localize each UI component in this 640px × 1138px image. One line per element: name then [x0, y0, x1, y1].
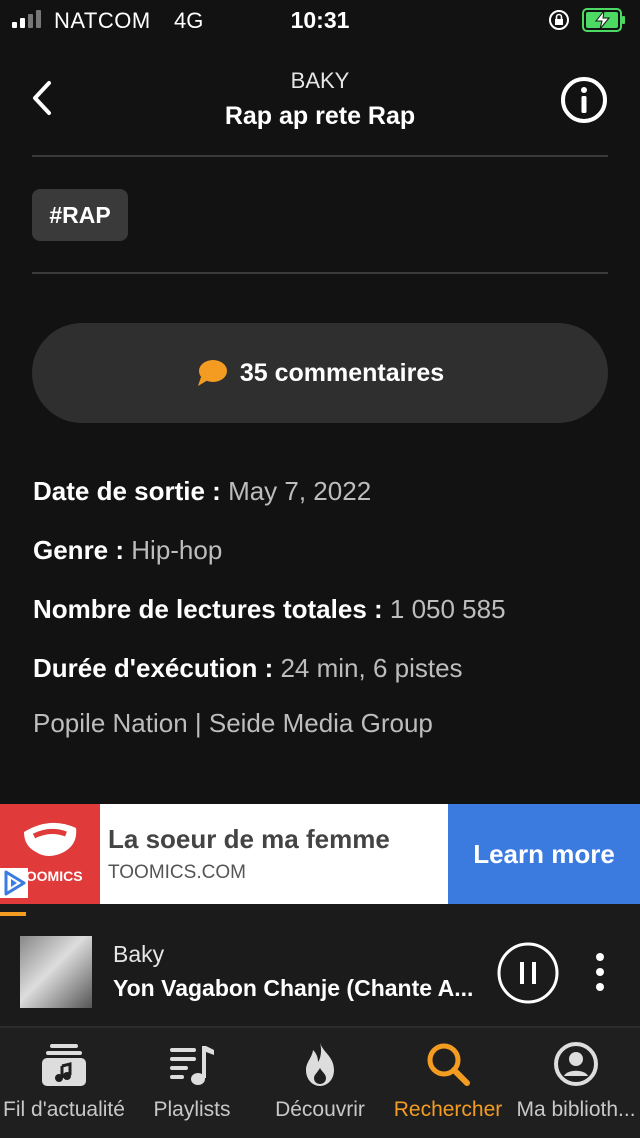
release-date-label: Date de sortie :	[33, 476, 221, 506]
feed-icon	[42, 1044, 86, 1086]
tab-discover[interactable]: Découvrir	[256, 1040, 384, 1122]
ad-url[interactable]: TOOMICS.COM	[108, 862, 246, 884]
playback-progress	[0, 912, 26, 916]
tab-library[interactable]: Ma biblioth...	[512, 1040, 640, 1122]
status-bar: NATCOM 4G 10:31	[0, 0, 640, 40]
total-plays-value: 1 050 585	[389, 594, 506, 624]
flame-icon	[306, 1042, 334, 1086]
tab-search[interactable]: Rechercher	[384, 1040, 512, 1122]
pause-button[interactable]	[496, 941, 560, 1005]
ad-title[interactable]: La soeur de ma femme	[108, 824, 390, 855]
info-button[interactable]	[560, 76, 608, 124]
tab-feed[interactable]: Fil d'actualité	[0, 1040, 128, 1122]
clock: 10:31	[290, 7, 350, 33]
adchoices-icon[interactable]	[0, 868, 28, 898]
tab-library-label: Ma biblioth...	[516, 1098, 636, 1121]
release-date-value: May 7, 2022	[228, 476, 372, 506]
ad-banner[interactable]: TOOMICS La soeur de ma femme TOOMICS.COM…	[0, 804, 640, 904]
tab-feed-label: Fil d'actualité	[3, 1098, 125, 1121]
album-title: Rap ap rete Rap	[224, 102, 416, 130]
library-icon	[554, 1042, 598, 1086]
tab-search-label: Rechercher	[393, 1098, 503, 1121]
tab-discover-label: Découvrir	[275, 1098, 365, 1121]
tab-playlists-label: Playlists	[153, 1098, 231, 1121]
duration-label: Durée d'exécution :	[33, 653, 274, 683]
duration-value: 24 min, 6 pistes	[280, 653, 463, 683]
info-icon	[561, 77, 607, 123]
comments-button[interactable]: 35 commentaires	[32, 323, 608, 423]
battery-icon	[582, 8, 625, 32]
genre-label: Genre :	[33, 535, 125, 565]
genre-value: Hip-hop	[131, 535, 223, 565]
ad-logo-mark-icon	[24, 822, 77, 856]
total-plays-label: Nombre de lectures totales :	[33, 594, 383, 624]
release-date-row: Date de sortie : May 7, 2022	[33, 476, 371, 507]
orientation-lock-icon	[549, 10, 569, 30]
more-options-icon[interactable]	[588, 951, 612, 993]
now-playing-artist[interactable]: Baky	[113, 941, 164, 968]
playlist-icon	[170, 1046, 214, 1085]
divider	[32, 272, 608, 274]
now-playing-title[interactable]: Yon Vagabon Chanje (Chante A...	[113, 975, 475, 1002]
comment-bubble-icon	[197, 360, 227, 386]
label-credits: Popile Nation | Seide Media Group	[33, 708, 433, 738]
search-icon	[427, 1043, 470, 1086]
comments-label: 35 commentaires	[239, 358, 445, 387]
genre-row: Genre : Hip-hop	[33, 535, 222, 566]
divider	[32, 155, 608, 157]
duration-row: Durée d'exécution : 24 min, 6 pistes	[33, 653, 463, 684]
artist-name[interactable]: BAKY	[0, 68, 640, 94]
genre-tag[interactable]: #RAP	[32, 189, 128, 241]
ad-learn-more-button[interactable]: Learn more	[448, 804, 640, 904]
track-cover-art[interactable]	[20, 936, 92, 1008]
tab-playlists[interactable]: Playlists	[128, 1040, 256, 1122]
total-plays-row: Nombre de lectures totales : 1 050 585	[33, 594, 506, 625]
